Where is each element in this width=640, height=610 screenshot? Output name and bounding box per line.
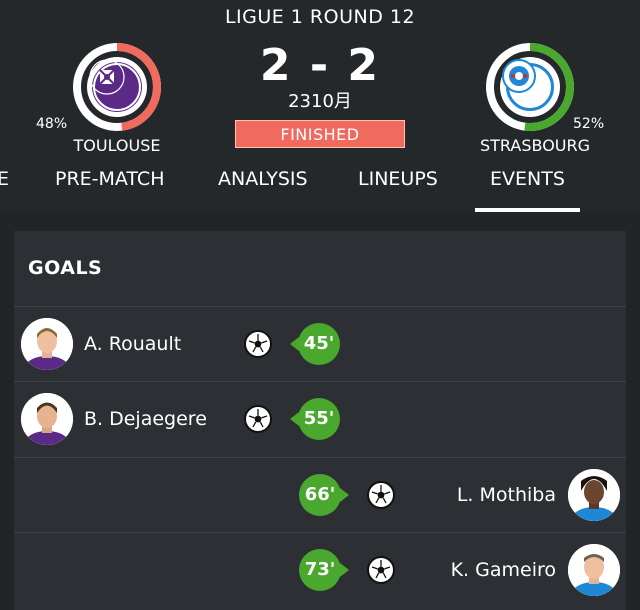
away-team[interactable]: STRASBOURG [480,40,591,155]
league-round-title: LIGUE 1 ROUND 12 [224,6,416,28]
goal-minute-badge: 45' [290,323,340,365]
goal-minute-badge: 66' [299,474,349,516]
away-possession-ring [483,40,577,134]
goal-event-row[interactable]: B. Dejaegere 55' [0,382,640,456]
player-name: B. Dejaegere [84,408,207,430]
match-tabs: E PRE-MATCH ANALYSIS LINEUPS EVENTS [0,168,640,212]
player-name: K. Gameiro [450,559,556,581]
goal-minute-badge: 55' [290,398,340,440]
goal-minute-badge: 73' [299,549,349,591]
away-team-name: STRASBOURG [480,136,591,155]
soccer-ball-icon [244,330,272,358]
tab-partial[interactable]: E [0,168,9,190]
goal-event-row[interactable]: 73' K. Gameiro [0,533,640,607]
player-avatar [21,393,73,445]
player-avatar [21,318,73,370]
soccer-ball-icon [244,405,272,433]
player-avatar [568,469,620,521]
match-header: LIGUE 1 ROUND 12 TOULOUSE 48% 2 - 2 2310… [0,0,640,212]
tab-pre-match[interactable]: PRE-MATCH [55,168,164,190]
goals-section-title: GOALS [28,257,103,279]
away-team-crest [500,57,560,117]
goal-event-row[interactable]: A. Rouault 45' [0,307,640,381]
match-status-badge: FINISHED [235,120,405,148]
tab-analysis[interactable]: ANALYSIS [218,168,308,190]
away-percent: 52% [573,116,605,132]
tab-events[interactable]: EVENTS [475,168,580,212]
player-name: A. Rouault [84,333,182,355]
soccer-ball-icon [367,481,395,509]
strasbourg-logo [502,59,536,93]
tab-lineups[interactable]: LINEUPS [358,168,438,190]
player-avatar [568,544,620,596]
home-percent: 48% [36,116,68,132]
player-name: L. Mothiba [456,484,556,506]
goal-event-row[interactable]: 66' L. Mothiba [0,458,640,532]
home-team-name: TOULOUSE [73,136,161,155]
soccer-ball-icon [367,556,395,584]
